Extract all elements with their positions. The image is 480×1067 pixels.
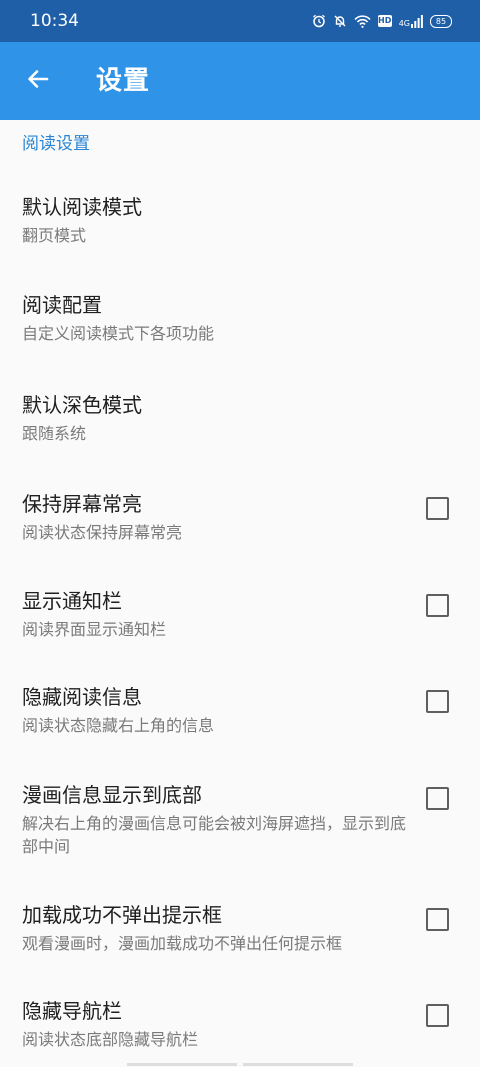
setting-subtitle: 阅读状态底部隐藏导航栏: [22, 1030, 199, 1049]
setting-subtitle: 阅读状态隐藏右上角的信息: [22, 716, 215, 735]
setting-subtitle: 观看漫画时，漫画加载成功不弹出任何提示框: [22, 934, 343, 953]
setting-hide-nav-bar[interactable]: 隐藏导航栏 阅读状态底部隐藏导航栏: [0, 998, 480, 1058]
hide-nav-bar-checkbox[interactable]: [426, 1004, 449, 1027]
setting-hide-reading-info[interactable]: 隐藏阅读信息 阅读状态隐藏右上角的信息: [0, 684, 480, 754]
section-header-reading: 阅读设置: [22, 134, 90, 154]
setting-title: 显示通知栏: [22, 589, 122, 613]
setting-subtitle: 跟随系统: [22, 424, 87, 443]
hd-badge: HD: [377, 15, 392, 27]
status-icons: HD 4G 85: [312, 11, 452, 31]
setting-title: 漫画信息显示到底部: [22, 783, 202, 807]
setting-subtitle: 阅读界面显示通知栏: [22, 620, 167, 639]
cellular-signal: 4G: [398, 14, 423, 28]
comic-info-bottom-checkbox[interactable]: [426, 787, 449, 810]
setting-title: 隐藏阅读信息: [22, 685, 142, 709]
setting-title: 隐藏导航栏: [22, 999, 122, 1023]
setting-default-dark-mode[interactable]: 默认深色模式 跟随系统: [0, 392, 480, 462]
setting-title: 加载成功不弹出提示框: [22, 903, 222, 927]
setting-no-load-toast[interactable]: 加载成功不弹出提示框 观看漫画时，漫画加载成功不弹出任何提示框: [0, 902, 480, 972]
setting-subtitle: 阅读状态保持屏幕常亮: [22, 523, 183, 542]
signal-bars-icon: [411, 14, 423, 28]
nav-handle-segment: [127, 1063, 237, 1066]
keep-screen-on-checkbox[interactable]: [426, 497, 449, 520]
wifi-icon: [354, 14, 371, 28]
setting-title: 默认深色模式: [22, 393, 142, 417]
back-button[interactable]: [20, 63, 56, 99]
battery-indicator: 85: [430, 14, 452, 28]
alarm-icon: [312, 14, 326, 28]
setting-title: 保持屏幕常亮: [22, 492, 142, 516]
gesture-nav-handle: [0, 1063, 480, 1067]
hide-reading-info-checkbox[interactable]: [426, 690, 449, 713]
setting-subtitle: 翻页模式: [22, 226, 87, 245]
setting-subtitle: 自定义阅读模式下各项功能: [22, 324, 215, 343]
setting-title: 默认阅读模式: [22, 195, 142, 219]
status-bar: 10:34 HD 4G 85: [0, 0, 480, 42]
nav-handle-segment: [243, 1063, 353, 1066]
setting-subtitle: 解决右上角的漫画信息可能会被刘海屏遮挡，显示到底部中间: [22, 814, 407, 856]
arrow-left-icon: [26, 67, 50, 95]
network-type-label: 4G: [398, 18, 410, 28]
app-bar: 设置: [0, 42, 480, 120]
no-load-toast-checkbox[interactable]: [426, 908, 449, 931]
page-title: 设置: [96, 66, 151, 96]
status-time: 10:34: [30, 11, 79, 31]
setting-default-reading-mode[interactable]: 默认阅读模式 翻页模式: [0, 194, 480, 264]
setting-comic-info-bottom[interactable]: 漫画信息显示到底部 解决右上角的漫画信息可能会被刘海屏遮挡，显示到底部中间: [0, 782, 480, 862]
setting-title: 阅读配置: [22, 293, 102, 317]
mute-bell-icon: [333, 14, 347, 28]
show-notification-bar-checkbox[interactable]: [426, 594, 449, 617]
setting-reading-config[interactable]: 阅读配置 自定义阅读模式下各项功能: [0, 292, 480, 362]
setting-show-notification-bar[interactable]: 显示通知栏 阅读界面显示通知栏: [0, 588, 480, 658]
setting-keep-screen-on[interactable]: 保持屏幕常亮 阅读状态保持屏幕常亮: [0, 491, 480, 561]
